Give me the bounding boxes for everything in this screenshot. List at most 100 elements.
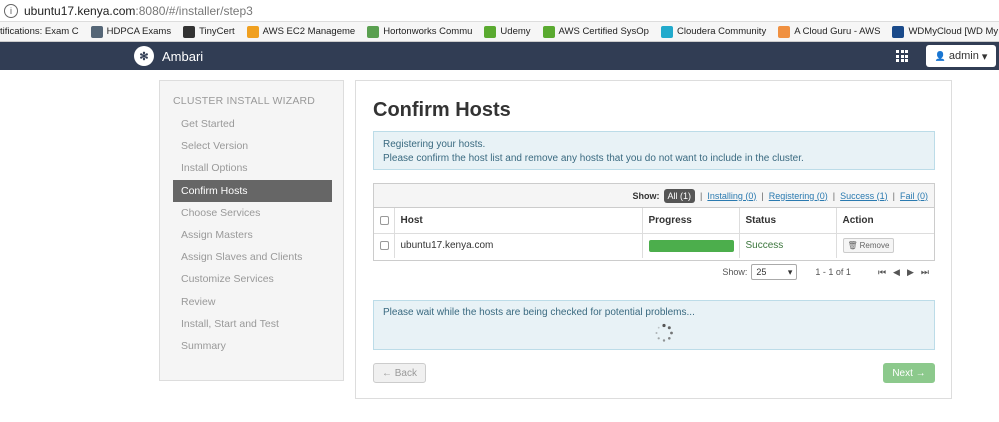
bookmark-favicon-icon [660,25,673,38]
bookmark-label: AWS EC2 Manageme [262,26,356,37]
remove-label: Remove [859,241,890,251]
page-size-value: 25 [756,267,767,277]
bookmark-favicon-icon [542,25,555,38]
host-status[interactable]: Success [739,233,837,258]
column-status: Status [739,208,837,234]
bookmark-item[interactable]: Hortonworks Commu [361,22,478,41]
bookmark-favicon-icon [183,25,196,38]
progress-bar-fill [648,239,734,252]
bookmark-label: AWS Certified SysOp [558,26,649,37]
filter-installing[interactable]: Installing (0) [707,191,756,201]
url-text[interactable]: ubuntu17.kenya.com:8080/#/installer/step… [24,4,253,18]
info-line-2: Please confirm the host list and remove … [383,153,804,164]
back-button[interactable]: ← Back [373,363,426,383]
bookmark-item[interactable]: A Cloud Guru - AWS [772,22,886,41]
filter-fail[interactable]: Fail (0) [900,191,928,201]
wizard-step-select-version[interactable]: Select Version [173,135,332,157]
bookmark-item[interactable]: HDPCA Exams [85,22,177,41]
bookmark-item[interactable]: AWS EC2 Manageme [241,22,362,41]
action-cell: 🗑 Remove [836,233,934,258]
row-checkbox[interactable] [380,241,389,251]
wizard-step-summary[interactable]: Summary [173,335,332,357]
wizard-step-review[interactable]: Review [173,291,332,313]
wizard-step-install-start-and-test[interactable]: Install, Start and Test [173,313,332,335]
progress-bar [648,239,734,252]
column-progress: Progress [642,208,740,234]
sidebar-title: CLUSTER INSTALL WIZARD [173,95,316,107]
bookmark-item[interactable]: Cloudera Community [655,22,772,41]
next-button[interactable]: Next → [883,363,935,383]
last-page-icon[interactable]: ⏭ [921,267,929,278]
ambari-logo-icon[interactable]: ✻ [134,46,154,66]
info-icon[interactable]: i [4,3,18,18]
bookmark-label: HDPCA Exams [106,26,172,37]
bookmark-label: Cloudera Community [676,26,767,37]
wizard-step-confirm-hosts: Confirm Hosts [173,179,332,202]
bookmark-label: A Cloud Guru - AWS [794,26,881,37]
bookmark-favicon-icon [90,25,103,38]
views-grid-icon[interactable] [896,50,908,62]
admin-label: admin [948,50,979,62]
page-title: Confirm Hosts [373,99,511,121]
wizard-step-customize-services[interactable]: Customize Services [173,268,332,290]
bookmark-favicon-icon [778,25,791,38]
filter-registering[interactable]: Registering (0) [769,191,828,201]
wizard-steps: Get Started Select Version Install Options… [173,113,332,357]
wizard-step-assign-slaves-and-clients[interactable]: Assign Slaves and Clients [173,246,332,268]
bookmark-item[interactable]: tifications: Exam C [0,22,85,41]
row-select-cell [374,233,395,258]
main-panel: Confirm Hosts Registering your hosts. Pl… [355,80,952,399]
bookmark-label: Hortonworks Commu [383,26,473,37]
first-page-icon[interactable]: ⏮ [878,267,886,278]
filter-separator: | [761,190,764,201]
host-checks-alert: Please wait while the hosts are being ch… [373,300,935,350]
filter-show-label: Show: [632,190,660,201]
table-header-row: Host Progress Status Action [374,208,934,234]
trash-icon: 🗑 [847,241,858,251]
remove-host-button[interactable]: 🗑 Remove [842,238,895,254]
wizard-step-choose-services[interactable]: Choose Services [173,202,332,224]
wizard-step-get-started[interactable]: Get Started [173,113,332,135]
filter-bar: Show: All (1) | Installing (0) | Registe… [374,184,934,208]
wizard-step-assign-masters[interactable]: Assign Masters [173,224,332,246]
next-page-icon[interactable]: ▶ [907,267,914,278]
wizard-sidebar: CLUSTER INSTALL WIZARD Get Started Select… [159,80,344,381]
column-action: Action [836,208,934,234]
page-size-label: Show: [722,267,748,277]
filter-separator: | [892,190,895,201]
browser-address-bar[interactable]: i ubuntu17.kenya.com:8080/#/installer/st… [0,0,999,22]
bookmark-item[interactable]: WDMyCloud [WD My [886,22,999,41]
pagination: Show: 25 ▾ 1 - 1 of 1 ⏮ ◀ ▶ ⏭ [373,262,935,282]
bookmark-favicon-icon [892,25,905,38]
page-size-select[interactable]: 25 ▾ [751,264,798,280]
bookmark-favicon-icon [484,25,497,38]
column-host[interactable]: Host [394,208,643,234]
filter-all[interactable]: All (1) [663,188,696,203]
bookmark-item[interactable]: TinyCert [177,22,241,41]
page-range: 1 - 1 of 1 [815,267,851,277]
bookmarks-bar: tifications: Exam C HDPCA Exams TinyCert AW… [0,22,999,42]
host-name: ubuntu17.kenya.com [394,233,643,258]
select-all-checkbox[interactable] [380,215,389,225]
chevron-down-icon: ▾ [981,50,988,63]
filter-success[interactable]: Success (1) [840,191,888,201]
wizard-step-install-options[interactable]: Install Options [173,157,332,179]
filter-separator: | [700,190,703,201]
bookmark-label: WDMyCloud [WD My [908,26,999,37]
bookmark-favicon-icon [367,25,380,38]
brand-name[interactable]: Ambari [162,49,203,64]
hosts-table: Host Progress Status Action ubuntu17.ken… [374,208,934,258]
filter-separator: | [832,190,836,201]
bookmark-label: tifications: Exam C [0,26,79,37]
loading-spinner-icon [655,323,673,342]
bookmark-item[interactable]: AWS Certified SysOp [537,22,655,41]
info-line-1: Registering your hosts. [383,139,486,150]
progress-cell [642,233,740,258]
select-all-cell [374,208,395,234]
prev-page-icon[interactable]: ◀ [893,267,900,278]
hosts-panel: Show: All (1) | Installing (0) | Registe… [373,183,935,261]
url-path: :8080/#/installer/step3 [135,3,253,18]
bookmark-label: TinyCert [199,26,235,37]
admin-menu-button[interactable]: 👤 admin ▾ [926,45,996,67]
bookmark-item[interactable]: Udemy [478,22,536,41]
